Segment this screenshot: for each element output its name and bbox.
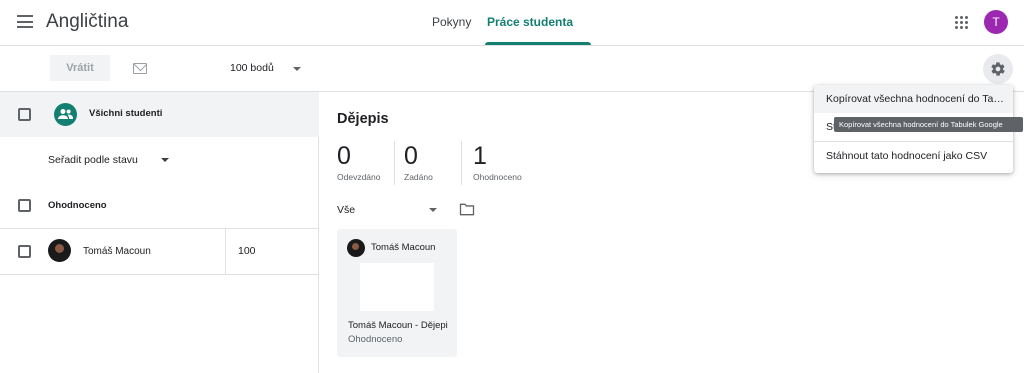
submission-card[interactable]: Tomáš Macoun Tomáš Macoun - Dějepis Ohod…: [337, 229, 457, 357]
select-all-checkbox[interactable]: [18, 108, 31, 121]
menu-item-copy-to-sheets[interactable]: Kopírovat všechna hodnocení do Tabulek G…: [814, 85, 1013, 113]
points-select[interactable]: 100 bodů: [230, 62, 302, 74]
page-title: Angličtina: [46, 11, 129, 32]
student-list-panel: Všichni studenti Seřadit podle stavu Oho…: [0, 92, 319, 373]
filter-select[interactable]: Vše: [337, 204, 355, 216]
card-title: Tomáš Macoun - Dějepis: [348, 320, 448, 331]
graded-section-checkbox[interactable]: [18, 199, 31, 212]
grade-value[interactable]: 100: [238, 245, 256, 257]
assignment-title: Dějepis: [337, 111, 389, 127]
apps-icon[interactable]: [955, 16, 968, 29]
chevron-down-icon[interactable]: [161, 158, 169, 162]
stat-value: 1: [473, 142, 487, 170]
active-tab-indicator: [485, 42, 591, 45]
return-button[interactable]: Vrátit: [50, 55, 110, 81]
stat-value: 0: [337, 142, 351, 170]
tab-pokyny[interactable]: Pokyny: [432, 15, 471, 29]
stat-label: Odevzdáno: [337, 172, 381, 182]
all-students-row[interactable]: Všichni studenti: [0, 92, 319, 137]
mail-icon[interactable]: [133, 63, 147, 74]
divider: [461, 141, 462, 185]
student-name[interactable]: Tomáš Macoun: [83, 246, 151, 257]
stat-turned-in: 0 Odevzdáno: [337, 141, 380, 182]
card-status: Ohodnoceno: [348, 334, 403, 345]
stat-label: Ohodnoceno: [473, 172, 522, 182]
student-checkbox[interactable]: [18, 245, 31, 258]
card-student-name: Tomáš Macoun: [371, 242, 436, 253]
stat-assigned: 0 Zadáno: [404, 141, 433, 182]
user-avatar[interactable]: T: [984, 10, 1008, 34]
tooltip: Kopírovat všechna hodnocení do Tabulek G…: [834, 117, 1023, 132]
top-app-bar: Angličtina Pokyny Práce studenta T: [0, 0, 1024, 46]
menu-item-download-csv[interactable]: Stáhnout tato hodnocení jako CSV: [814, 142, 1013, 170]
settings-gear-icon: [991, 62, 1005, 76]
tab-prace-studenta[interactable]: Práce studenta: [474, 15, 586, 29]
grade-cell[interactable]: 100: [225, 228, 319, 274]
stat-graded: 1 Ohodnoceno: [473, 141, 522, 182]
group-icon: [54, 103, 77, 126]
chevron-down-icon[interactable]: [293, 67, 301, 71]
chevron-down-icon[interactable]: [429, 208, 437, 212]
all-students-label: Všichni studenti: [89, 108, 163, 119]
divider: [394, 141, 395, 185]
settings-button[interactable]: [983, 54, 1013, 84]
menu-icon[interactable]: [17, 15, 33, 28]
avatar: [347, 239, 365, 257]
stat-value: 0: [404, 142, 418, 170]
avatar: [48, 239, 71, 262]
stat-label: Zadáno: [404, 172, 433, 182]
graded-section-label: Ohodnoceno: [48, 200, 107, 211]
folder-icon[interactable]: [459, 203, 475, 216]
divider: [0, 274, 319, 275]
submission-thumbnail[interactable]: [360, 263, 434, 311]
sort-select[interactable]: Seřadit podle stavu: [48, 154, 138, 166]
